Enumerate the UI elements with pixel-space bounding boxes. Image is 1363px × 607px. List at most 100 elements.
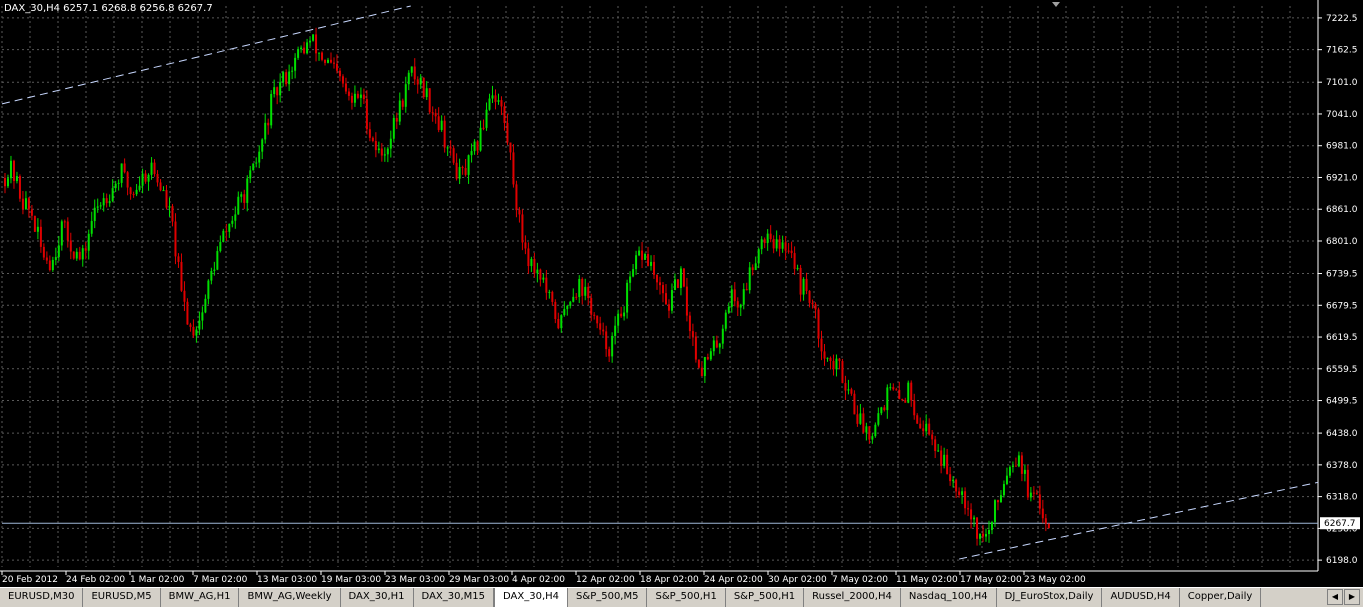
candle-body-207 (623, 312, 626, 317)
candle-body-227 (682, 268, 685, 287)
candle-body-206 (620, 313, 623, 317)
candle-body-102 (309, 40, 312, 43)
candle-body-56 (171, 206, 174, 222)
candle-body-121 (365, 99, 368, 130)
candle-body-20 (63, 221, 66, 223)
candle-body-211 (635, 255, 638, 270)
candle-body-277 (832, 361, 835, 370)
candle-body-69 (210, 271, 213, 281)
price-tick-label: 6739.5 (1326, 270, 1358, 280)
date-tick-label: 30 Apr 02:00 (768, 575, 827, 585)
candle-body-343 (1029, 492, 1032, 498)
candle-body-251 (754, 263, 757, 271)
chart-tab-14[interactable]: Copper,Daily (1180, 588, 1262, 607)
candle-body-124 (374, 141, 377, 151)
tab-scroll-left-icon[interactable]: ◀ (1327, 589, 1343, 605)
chart-tab-10[interactable]: Russel_2000,H4 (804, 588, 901, 607)
candle-body-160 (482, 127, 485, 129)
candle-body-118 (356, 93, 359, 98)
candle-body-297 (892, 387, 895, 390)
candle-body-270 (811, 302, 814, 305)
candle-body-201 (605, 331, 608, 350)
chart-tab-3[interactable]: BMW_AG,Weekly (239, 588, 341, 607)
candle-body-76 (231, 220, 234, 224)
candle-body-66 (201, 312, 204, 321)
candle-body-320 (961, 491, 964, 495)
chart-tab-5[interactable]: DAX_30,M15 (414, 588, 495, 607)
candle-body-269 (808, 290, 811, 303)
chart-tab-7[interactable]: S&P_500,M5 (568, 588, 648, 607)
candle-body-199 (599, 323, 602, 330)
candle-body-28 (87, 233, 90, 251)
candle-body-188 (566, 305, 569, 310)
chart-tab-13[interactable]: AUDUSD,H4 (1102, 588, 1180, 607)
price-tick-label: 6438.0 (1326, 429, 1358, 439)
chart-tab-4[interactable]: DAX_30,H1 (341, 588, 414, 607)
candlestick-chart[interactable]: 7222.5 7162.5 7101.0 7041.0 6981.0 6921.0 6861… (0, 0, 1363, 587)
chart-area[interactable]: 7222.5 7162.5 7101.0 7041.0 6981.0 6921.0 6861… (0, 0, 1363, 587)
candle-body-224 (673, 279, 676, 290)
candle-body-197 (593, 314, 596, 316)
candle-body-72 (219, 241, 222, 252)
candle-body-39 (120, 163, 123, 183)
candle-body-37 (114, 183, 117, 189)
candle-body-11 (36, 226, 39, 232)
candle-body-267 (802, 278, 805, 295)
candle-body-2 (9, 160, 12, 179)
chart-tab-11[interactable]: Nasdaq_100,H4 (901, 588, 997, 607)
chart-tab-9[interactable]: S&P_500,H1 (726, 588, 805, 607)
candle-body-195 (587, 286, 590, 299)
candle-body-25 (78, 251, 81, 260)
chart-tab-8[interactable]: S&P_500,H1 (647, 588, 726, 607)
price-tick-label: 6318.0 (1326, 493, 1358, 503)
candle-body-308 (925, 423, 928, 432)
candle-body-205 (617, 313, 620, 326)
chart-tab-12[interactable]: DJ_EuroStox,Daily (997, 588, 1103, 607)
candle-body-74 (225, 230, 228, 232)
candle-body-112 (338, 70, 341, 77)
candle-body-332 (996, 500, 999, 503)
candle-body-187 (563, 309, 566, 316)
tab-scroll-right-icon[interactable]: ▶ (1344, 589, 1360, 605)
candle-body-220 (661, 285, 664, 294)
candle-body-126 (380, 148, 383, 156)
candle-body-131 (395, 117, 398, 122)
date-tick-label: 1 Mar 02:00 (130, 575, 185, 585)
candle-body-86 (261, 139, 264, 152)
candle-body-133 (401, 100, 404, 107)
candle-body-92 (279, 82, 282, 96)
candle-body-12 (39, 226, 42, 247)
candle-body-151 (455, 162, 458, 179)
candle-body-243 (730, 289, 733, 307)
candle-body-315 (946, 454, 949, 475)
date-tick-label: 11 May 02:00 (896, 575, 958, 585)
candle-body-125 (377, 148, 380, 151)
candle-body-248 (745, 289, 748, 291)
candle-body-49 (150, 162, 153, 175)
candle-body-229 (688, 315, 691, 332)
candle-body-40 (123, 163, 126, 173)
candle-body-222 (667, 304, 670, 311)
candle-body-16 (51, 259, 54, 271)
chart-tab-1[interactable]: EURUSD,M5 (83, 588, 161, 607)
candle-body-253 (760, 239, 763, 250)
candle-body-218 (656, 274, 659, 283)
candle-body-1 (6, 178, 9, 187)
candle-body-291 (874, 424, 877, 437)
date-tick-label: 4 Apr 02:00 (512, 575, 565, 585)
candle-body-272 (817, 309, 820, 339)
chart-tab-0[interactable]: EURUSD,M30 (0, 588, 84, 607)
date-tick-label: 13 Mar 03:00 (257, 575, 317, 585)
trendline-lower (958, 481, 1319, 560)
candle-body-141 (425, 88, 428, 98)
candle-body-100 (303, 47, 306, 54)
candle-body-103 (312, 34, 315, 41)
candle-body-21 (66, 221, 69, 241)
candle-body-323 (970, 509, 973, 520)
chart-tab-2[interactable]: BMW_AG,H1 (161, 588, 240, 607)
candle-body-41 (126, 172, 129, 188)
chart-tab-6[interactable]: DAX_30,H4 (494, 588, 569, 607)
candle-body-134 (404, 84, 407, 107)
candle-body-138 (416, 79, 419, 85)
candle-body-331 (993, 500, 996, 523)
